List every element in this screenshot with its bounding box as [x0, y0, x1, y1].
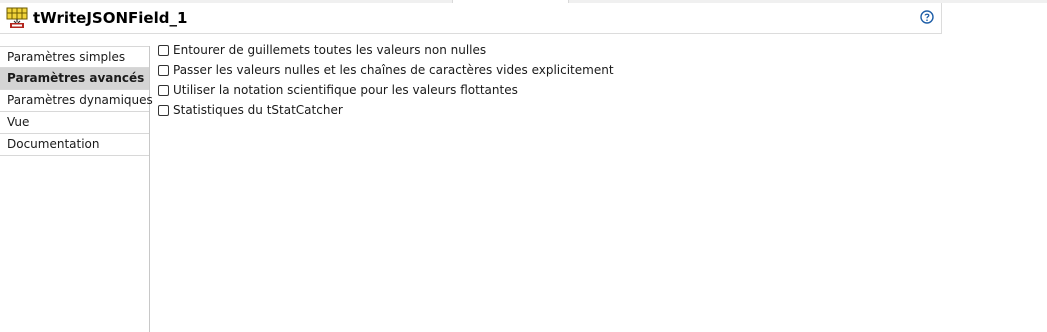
scientific-notation-checkbox[interactable] — [158, 84, 169, 96]
pass-nulls-checkbox[interactable] — [158, 64, 169, 76]
sidebar-item-basic-settings[interactable]: Paramètres simples — [0, 46, 149, 68]
option-label: Passer les valeurs nulles et les chaînes… — [173, 63, 614, 77]
sidebar-item-dynamic-settings[interactable]: Paramètres dynamiques — [0, 90, 153, 112]
advanced-settings-panel: Entourer de guillemets toutes les valeur… — [158, 40, 614, 120]
sidebar-item-advanced-settings[interactable]: Paramètres avancés — [0, 68, 149, 90]
quote-non-null-checkbox[interactable] — [158, 44, 169, 56]
option-scientific-notation[interactable]: Utiliser la notation scientifique pour l… — [158, 80, 614, 100]
option-tstatcatcher[interactable]: Statistiques du tStatCatcher — [158, 100, 614, 120]
sidebar-item-view[interactable]: Vue — [0, 112, 149, 134]
component-title: tWriteJSONField_1 — [33, 9, 188, 27]
help-icon[interactable] — [920, 10, 934, 24]
option-label: Statistiques du tStatCatcher — [173, 103, 343, 117]
sidebar-item-documentation[interactable]: Documentation — [0, 134, 149, 156]
option-quote-non-null[interactable]: Entourer de guillemets toutes les valeur… — [158, 40, 614, 60]
option-label: Utiliser la notation scientifique pour l… — [173, 83, 518, 97]
option-pass-nulls-explicitly[interactable]: Passer les valeurs nulles et les chaînes… — [158, 60, 614, 80]
json-component-icon — [6, 7, 28, 29]
component-header: tWriteJSONField_1 — [0, 3, 942, 34]
tstatcatcher-checkbox[interactable] — [158, 104, 169, 116]
settings-sidebar: Paramètres simples Paramètres avancés Pa… — [0, 46, 153, 332]
option-label: Entourer de guillemets toutes les valeur… — [173, 43, 487, 57]
